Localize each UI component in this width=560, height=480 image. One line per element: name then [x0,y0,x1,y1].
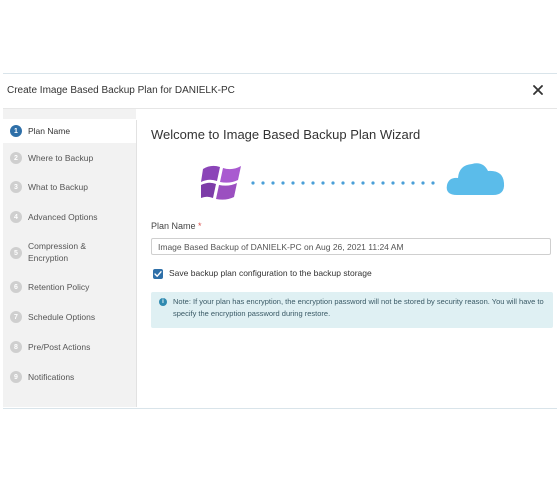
plan-name-input[interactable] [151,238,551,255]
close-icon [533,85,543,95]
step-plan-name[interactable]: 1 Plan Name [3,119,136,143]
close-button[interactable] [527,79,549,101]
step-label: Advanced Options [28,212,98,222]
step-compression-encryption[interactable]: 5 Compression & Encryption [3,233,136,273]
step-number: 5 [10,247,22,259]
step-label: Notifications [28,372,75,382]
step-pre-post-actions[interactable]: 8 Pre/Post Actions [3,333,136,363]
step-number: 6 [10,281,22,293]
step-number: 8 [10,341,22,353]
connection-dots [251,181,435,185]
step-label: Pre/Post Actions [28,342,91,352]
step-retention-policy[interactable]: 6 Retention Policy [3,273,136,303]
save-config-label: Save backup plan configuration to the ba… [169,268,372,278]
step-number: 2 [10,152,22,164]
cloud-icon [446,163,505,195]
wizard-steps-sidebar: 1 Plan Name 2 Where to Backup 3 What to … [3,119,137,407]
step-number: 4 [10,211,22,223]
step-number: 3 [10,181,22,193]
wizard-title: Welcome to Image Based Backup Plan Wizar… [151,127,421,142]
plan-name-label-text: Plan Name [151,221,196,231]
required-mark: * [198,221,202,231]
windows-logo-icon [201,165,241,200]
step-advanced-options[interactable]: 4 Advanced Options [3,203,136,233]
step-number: 9 [10,371,22,383]
step-notifications[interactable]: 9 Notifications [3,363,136,393]
checkmark-icon [154,271,162,277]
dialog-header: Create Image Based Backup Plan for DANIE… [3,74,557,109]
plan-name-label: Plan Name * [151,221,202,231]
step-what-to-backup[interactable]: 3 What to Backup [3,173,136,203]
step-label: Plan Name [28,126,71,136]
save-config-checkbox[interactable] [153,269,163,279]
info-icon: i [159,298,167,306]
step-label: Schedule Options [28,312,96,322]
encryption-note: i Note: If your plan has encryption, the… [151,292,553,328]
step-where-to-backup[interactable]: 2 Where to Backup [3,143,136,173]
step-schedule-options[interactable]: 7 Schedule Options [3,303,136,333]
wizard-main-panel: Welcome to Image Based Backup Plan Wizar… [137,109,557,407]
step-label: What to Backup [28,182,89,192]
step-label: Compression & Encryption [28,241,87,263]
create-backup-plan-dialog: Create Image Based Backup Plan for DANIE… [3,73,557,409]
dialog-title: Create Image Based Backup Plan for DANIE… [7,85,235,96]
step-number: 1 [10,125,22,137]
step-label: Where to Backup [28,153,94,163]
note-text: Note: If your plan has encryption, the e… [173,297,544,318]
step-number: 7 [10,311,22,323]
step-label: Retention Policy [28,282,90,292]
